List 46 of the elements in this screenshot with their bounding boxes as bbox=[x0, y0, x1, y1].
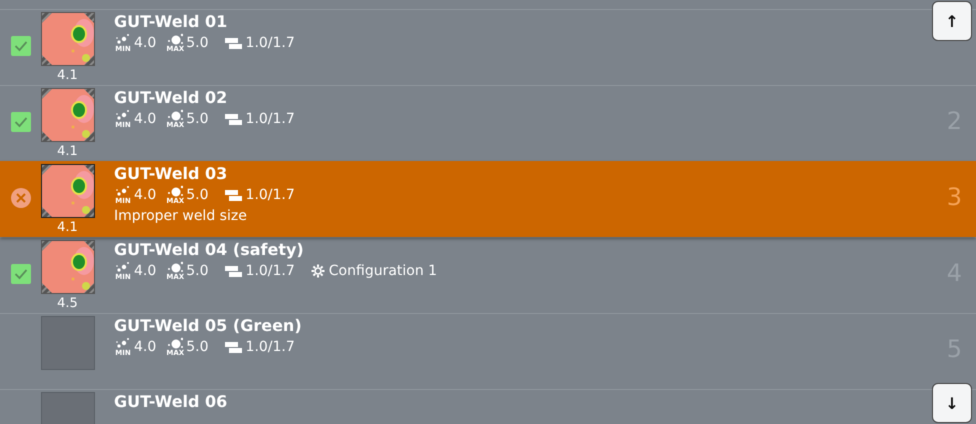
min-value: 4.0 bbox=[134, 263, 156, 279]
score-value: 4.1 bbox=[57, 68, 78, 83]
weld-name: GUT-Weld 01 bbox=[114, 12, 228, 32]
sheet-layers-icon bbox=[224, 114, 242, 124]
max-value: 5.0 bbox=[186, 263, 209, 279]
scroll-up-button[interactable]: ↑ bbox=[932, 1, 972, 41]
sheet-layers-icon bbox=[224, 342, 242, 352]
score-value: 4.1 bbox=[57, 144, 78, 159]
large-dot-icon bbox=[167, 261, 184, 273]
score-value: 4.1 bbox=[57, 220, 78, 235]
large-dot-icon bbox=[167, 337, 184, 349]
weld-name: GUT-Weld 06 bbox=[114, 392, 228, 412]
max-value: 5.0 bbox=[186, 339, 209, 355]
configuration-name: Configuration 1 bbox=[328, 263, 438, 279]
sheet-layers-icon bbox=[224, 190, 242, 200]
min-value: 4.0 bbox=[134, 111, 156, 127]
weld-name: GUT-Weld 04 (safety) bbox=[114, 240, 304, 260]
settings-icon bbox=[310, 264, 325, 278]
weld-name: GUT-Weld 05 (Green) bbox=[114, 316, 302, 336]
small-dots-icon bbox=[115, 261, 131, 273]
small-dots-icon bbox=[115, 33, 131, 45]
thickness-value: 1.0/1.7 bbox=[246, 339, 295, 355]
large-dot-icon bbox=[167, 33, 184, 45]
min-value: 4.0 bbox=[134, 339, 156, 355]
min-value: 4.0 bbox=[134, 35, 156, 51]
thickness-value: 1.0/1.7 bbox=[246, 111, 295, 127]
sheet-layers-icon bbox=[224, 266, 242, 276]
thickness-value: 1.0/1.7 bbox=[246, 187, 295, 203]
small-dots-icon bbox=[115, 109, 131, 121]
error-message: Improper weld size bbox=[114, 207, 247, 226]
weld-name: GUT-Weld 03 bbox=[114, 164, 228, 184]
max-value: 5.0 bbox=[186, 111, 209, 127]
large-dot-icon bbox=[167, 109, 184, 121]
large-dot-icon bbox=[167, 185, 184, 197]
max-value: 5.0 bbox=[186, 35, 209, 51]
row-number: 3 bbox=[946, 182, 963, 212]
max-value: 5.0 bbox=[186, 187, 209, 203]
scroll-down-button[interactable]: ↓ bbox=[932, 383, 972, 423]
sheet-layers-icon bbox=[224, 38, 242, 48]
thickness-value: 1.0/1.7 bbox=[246, 263, 295, 279]
score-value: 4.5 bbox=[57, 296, 78, 311]
small-dots-icon bbox=[115, 185, 131, 197]
thickness-value: 1.0/1.7 bbox=[246, 35, 295, 51]
weld-name: GUT-Weld 02 bbox=[114, 88, 228, 108]
small-dots-icon bbox=[115, 337, 131, 349]
min-value: 4.0 bbox=[134, 187, 156, 203]
